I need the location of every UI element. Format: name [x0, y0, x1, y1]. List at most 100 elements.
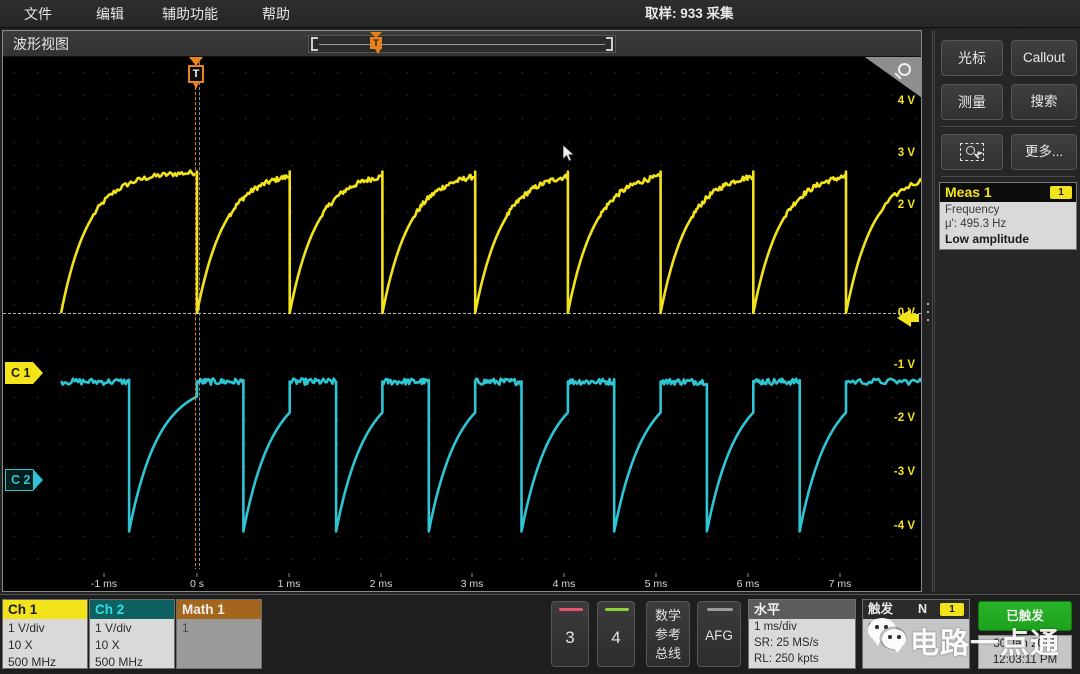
ch1-bandwidth: 500 MHz: [8, 655, 57, 669]
overview-trigger-label: T: [370, 37, 382, 49]
measurement-badge[interactable]: Meas 1 1 Frequency μ': 495.3 Hz Low ampl…: [939, 182, 1077, 250]
cursor-button[interactable]: 光标: [941, 40, 1003, 76]
horizontal-timebase: 1 ms/div: [754, 621, 797, 633]
overview-trigger-pin-icon: [375, 49, 381, 54]
x-tick: [471, 573, 473, 577]
ch2-vdiv: 1 V/div: [95, 621, 132, 635]
menu-item-file[interactable]: 文件: [14, 0, 62, 28]
x-axis-label: 4 ms: [552, 578, 576, 590]
menu-item-help[interactable]: 帮助: [252, 0, 300, 28]
trigger-position-marker[interactable]: T: [187, 57, 205, 95]
ch2-pointer-label: C 2: [11, 473, 31, 487]
ch1-card-title: Ch 1: [3, 600, 87, 619]
zoom-area-button[interactable]: [941, 134, 1003, 170]
x-axis-label: -1 ms: [90, 578, 118, 590]
mouse-cursor: [563, 145, 575, 162]
math-card[interactable]: Math 1 1: [176, 599, 262, 669]
ch1-pointer-tip-icon: [33, 362, 43, 384]
y-axis-label: 0 V: [897, 307, 915, 319]
graticule[interactable]: T C 1 C 2 4 V 3 V 2 V 0 V -1 V -2 V -3 V…: [3, 57, 921, 591]
y-axis-label: -3 V: [893, 466, 915, 478]
ch4-color-tag: [605, 608, 629, 611]
x-tick: [839, 573, 841, 577]
trigger-marker-label: T: [188, 65, 204, 83]
time-label: 12:03:11 PM: [992, 654, 1058, 666]
horizontal-overview-bar[interactable]: T: [308, 32, 616, 54]
math-card-title: Math 1: [177, 600, 261, 619]
bus-label: 总线: [654, 646, 681, 661]
measure-button[interactable]: 测量: [941, 84, 1003, 120]
measurement-type: Frequency: [945, 204, 1000, 216]
zoom-corner-handle[interactable]: [865, 57, 921, 97]
overview-trigger-marker[interactable]: T: [369, 32, 383, 58]
y-axis-label: -4 V: [893, 520, 915, 532]
x-tick: [288, 573, 290, 577]
channel-card-ch2[interactable]: Ch 2 1 V/div 10 X 500 MHz: [89, 599, 175, 669]
channel-4-button[interactable]: 4: [597, 601, 635, 667]
trigger-level-value: 04: [868, 622, 881, 634]
trigger-state-button[interactable]: 已触发: [978, 601, 1072, 631]
measurement-value: μ': 495.3 Hz: [945, 218, 1007, 230]
ch4-label: 4: [611, 628, 621, 647]
channel-card-ch1[interactable]: Ch 1 1 V/div 10 X 500 MHz: [2, 599, 88, 669]
menu-item-edit[interactable]: 编辑: [86, 0, 134, 28]
x-tick: [747, 573, 749, 577]
channel-pointer-ch2[interactable]: C 2: [5, 469, 43, 491]
x-tick: [196, 573, 198, 577]
x-tick: [655, 573, 657, 577]
x-tick: [103, 573, 105, 577]
waveform-title: 波形视图: [13, 36, 69, 52]
menu-item-utility[interactable]: 辅助功能: [152, 0, 228, 28]
splitter-grip-icon[interactable]: [926, 300, 930, 326]
afg-label: AFG: [705, 628, 733, 643]
cursor-time-line: [199, 57, 200, 591]
ch2-probe: 10 X: [95, 638, 120, 652]
y-axis-label: -2 V: [893, 412, 915, 424]
splitter-line: [932, 30, 933, 592]
panel-splitter[interactable]: [924, 30, 934, 592]
measurement-header: Meas 1 1: [940, 183, 1076, 202]
horizontal-sample-rate: SR: 25 MS/s: [754, 637, 819, 649]
math-ref-bus-button[interactable]: 数学 参考 总线: [646, 601, 690, 667]
afg-button[interactable]: AFG: [697, 601, 741, 667]
y-axis-label: 4 V: [897, 95, 915, 107]
ch2-card-title: Ch 2: [90, 600, 174, 619]
trigger-card[interactable]: 触发 N 1 04: [862, 599, 970, 669]
y-axis-label: 2 V: [897, 199, 915, 211]
oscilloscope-app: 文件 编辑 辅助功能 帮助 取样: 933 采集 波形视图 T T C 1 C …: [0, 0, 1080, 674]
datetime-display: 30 Jan 2023 12:03:11 PM: [978, 635, 1072, 669]
menu-bar: 文件 编辑 辅助功能 帮助 取样: 933 采集: [0, 0, 1080, 28]
math-label: 数学: [654, 608, 681, 623]
trigger-pin-icon: [193, 83, 199, 89]
callout-button[interactable]: Callout: [1011, 40, 1077, 76]
measurement-source-badge: 1: [1050, 186, 1072, 199]
math-expression: 1: [182, 621, 189, 635]
ref-label: 参考: [654, 627, 681, 642]
measurement-title: Meas 1: [945, 184, 992, 200]
y-axis-label: -1 V: [893, 359, 915, 371]
ch1-vdiv: 1 V/div: [8, 621, 45, 635]
y-axis-label: 3 V: [897, 147, 915, 159]
magnifier-icon: [898, 63, 911, 76]
search-button[interactable]: 搜索: [1011, 84, 1077, 120]
ch3-color-tag: [559, 608, 583, 611]
overview-handle-left[interactable]: [311, 37, 318, 51]
x-tick: [563, 573, 565, 577]
waveform-header: 波形视图 T: [3, 31, 921, 57]
trigger-source-badge: 1: [940, 603, 964, 616]
x-axis-label: 2 ms: [369, 578, 393, 590]
ch1-probe: 10 X: [8, 638, 33, 652]
channel-pointer-ch1[interactable]: C 1: [5, 362, 43, 384]
ch1-pointer-label: C 1: [11, 366, 31, 380]
bottom-settings-bar: Ch 1 1 V/div 10 X 500 MHz Ch 2 1 V/div 1…: [0, 594, 1080, 674]
horizontal-card[interactable]: 水平 1 ms/div SR: 25 MS/s RL: 250 kpts: [748, 599, 856, 669]
afg-color-tag: [707, 608, 733, 611]
more-button[interactable]: 更多...: [1011, 134, 1077, 170]
x-axis-label: 5 ms: [644, 578, 668, 590]
waveform-view: 波形视图 T T C 1 C 2 4 V 3 V 2 V 0 V -1 V -2…: [2, 30, 922, 592]
x-axis-label: 1 ms: [277, 578, 301, 590]
ch3-label: 3: [565, 628, 575, 647]
overview-handle-right[interactable]: [606, 37, 613, 51]
channel-3-button[interactable]: 3: [551, 601, 589, 667]
date-label: 30 Jan 2023: [993, 638, 1057, 650]
